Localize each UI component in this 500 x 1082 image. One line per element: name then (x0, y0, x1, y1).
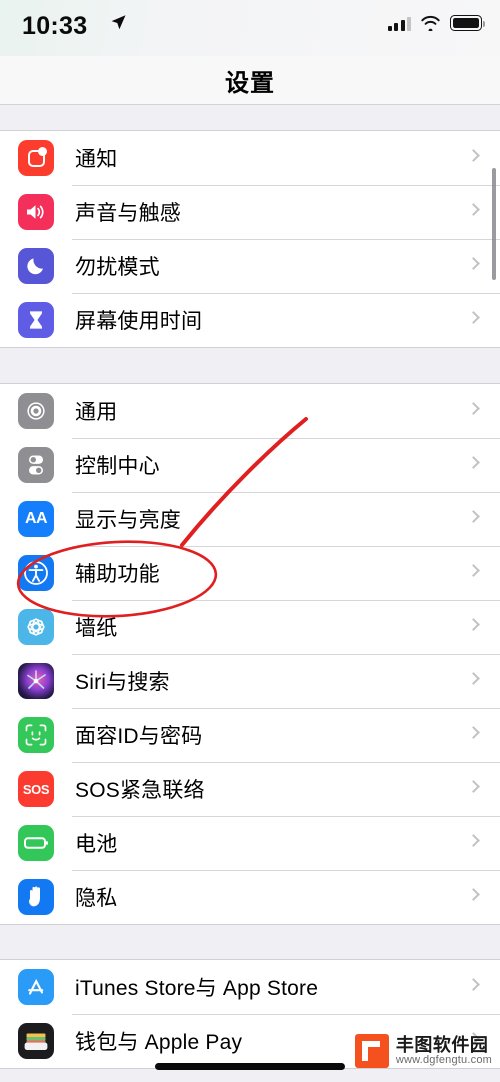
emergency-sos-icon: SOS (18, 771, 54, 807)
settings-row-sounds-haptics[interactable]: 声音与触感 (0, 185, 500, 239)
wallet-icon (18, 1023, 54, 1059)
settings-row-siri-search[interactable]: Siri与搜索 (0, 654, 500, 708)
iphone-settings-screen: 10:33 设置 通知 声音与触感 勿扰模式 屏幕使用时间 通用 控制中心 AA… (0, 0, 500, 1082)
settings-row-privacy[interactable]: 隐私 (0, 870, 500, 924)
do-not-disturb-icon (18, 248, 54, 284)
page-title: 设置 (225, 69, 275, 97)
settings-row-notifications[interactable]: 通知 (0, 131, 500, 185)
settings-row-do-not-disturb[interactable]: 勿扰模式 (0, 239, 500, 293)
settings-row-accessibility[interactable]: 辅助功能 (0, 546, 500, 600)
watermark-url: www.dgfengtu.com (395, 1053, 492, 1066)
chevron-right-icon (467, 672, 480, 685)
status-bar-time: 10:33 (22, 12, 88, 40)
settings-row-label: 屏幕使用时间 (75, 310, 203, 333)
settings-row-general[interactable]: 通用 (0, 384, 500, 438)
settings-group-1: 通知 声音与触感 勿扰模式 屏幕使用时间 (0, 130, 500, 348)
app-store-icon (18, 969, 54, 1005)
sounds-haptics-icon (18, 194, 54, 230)
face-id-icon (18, 717, 54, 753)
settings-row-label: 面容ID与密码 (75, 725, 203, 748)
settings-row-label: 钱包与 Apple Pay (75, 1031, 243, 1054)
settings-group-2: 通用 控制中心 AA 显示与亮度 辅助功能 墙纸 Siri与搜索 面容ID与密码… (0, 383, 500, 925)
settings-row-face-id-passcode[interactable]: 面容ID与密码 (0, 708, 500, 762)
battery-icon (18, 825, 54, 861)
chevron-right-icon (467, 834, 480, 847)
settings-row-itunes-app-store[interactable]: iTunes Store与 App Store (0, 960, 500, 1014)
settings-row-label: 隐私 (75, 887, 118, 910)
settings-row-emergency-sos[interactable]: SOS SOS紧急联络 (0, 762, 500, 816)
nav-bar: 设置 (0, 56, 500, 105)
watermark: 丰图软件园 www.dgfengtu.com (354, 1034, 492, 1068)
privacy-hand-icon (18, 879, 54, 915)
wifi-icon (421, 15, 440, 31)
chevron-right-icon (467, 888, 480, 901)
settings-row-label: 勿扰模式 (75, 256, 160, 279)
settings-row-label: 通知 (75, 148, 118, 171)
general-gear-icon (18, 393, 54, 429)
chevron-right-icon (467, 510, 480, 523)
settings-row-control-center[interactable]: 控制中心 (0, 438, 500, 492)
chevron-right-icon (467, 257, 480, 270)
chevron-right-icon (467, 149, 480, 162)
chevron-right-icon (467, 402, 480, 415)
settings-row-label: Siri与搜索 (75, 671, 170, 694)
siri-icon (18, 663, 54, 699)
display-brightness-icon: AA (18, 501, 54, 537)
home-indicator[interactable] (155, 1063, 345, 1070)
chevron-right-icon (467, 311, 480, 324)
chevron-right-icon (467, 978, 480, 991)
settings-row-label: 电池 (75, 833, 118, 856)
chevron-right-icon (467, 203, 480, 216)
settings-row-label: 控制中心 (75, 455, 160, 478)
settings-row-label: 声音与触感 (75, 202, 181, 225)
battery-full-icon (450, 15, 486, 31)
chevron-right-icon (467, 564, 480, 577)
settings-row-battery[interactable]: 电池 (0, 816, 500, 870)
settings-row-display-brightness[interactable]: AA 显示与亮度 (0, 492, 500, 546)
settings-row-label: 墙纸 (75, 617, 118, 640)
group-gap (0, 105, 500, 130)
chevron-right-icon (467, 780, 480, 793)
settings-row-label: 显示与亮度 (75, 509, 181, 532)
group-gap (0, 925, 500, 959)
settings-row-label: 辅助功能 (75, 563, 160, 586)
settings-row-wallpaper[interactable]: 墙纸 (0, 600, 500, 654)
scroll-indicator[interactable] (492, 168, 496, 280)
status-bar: 10:33 (0, 0, 500, 56)
watermark-logo-icon (354, 1034, 389, 1068)
notifications-icon (18, 140, 54, 176)
settings-row-label: SOS紧急联络 (75, 779, 205, 802)
settings-row-label: iTunes Store与 App Store (75, 977, 319, 1000)
settings-row-label: 通用 (75, 401, 118, 424)
status-bar-indicators (387, 15, 486, 31)
location-arrow-icon (110, 14, 127, 36)
settings-row-screen-time[interactable]: 屏幕使用时间 (0, 293, 500, 347)
accessibility-icon (18, 555, 54, 591)
watermark-name: 丰图软件园 (395, 1034, 489, 1055)
chevron-right-icon (467, 726, 480, 739)
control-center-icon (18, 447, 54, 483)
chevron-right-icon (467, 456, 480, 469)
group-gap (0, 348, 500, 383)
chevron-right-icon (467, 618, 480, 631)
wallpaper-icon (18, 609, 54, 645)
settings-scroll-view[interactable]: 通知 声音与触感 勿扰模式 屏幕使用时间 通用 控制中心 AA 显示与亮度 辅助… (0, 105, 500, 1082)
cellular-signal-icon (387, 16, 411, 31)
screen-time-icon (18, 302, 54, 338)
